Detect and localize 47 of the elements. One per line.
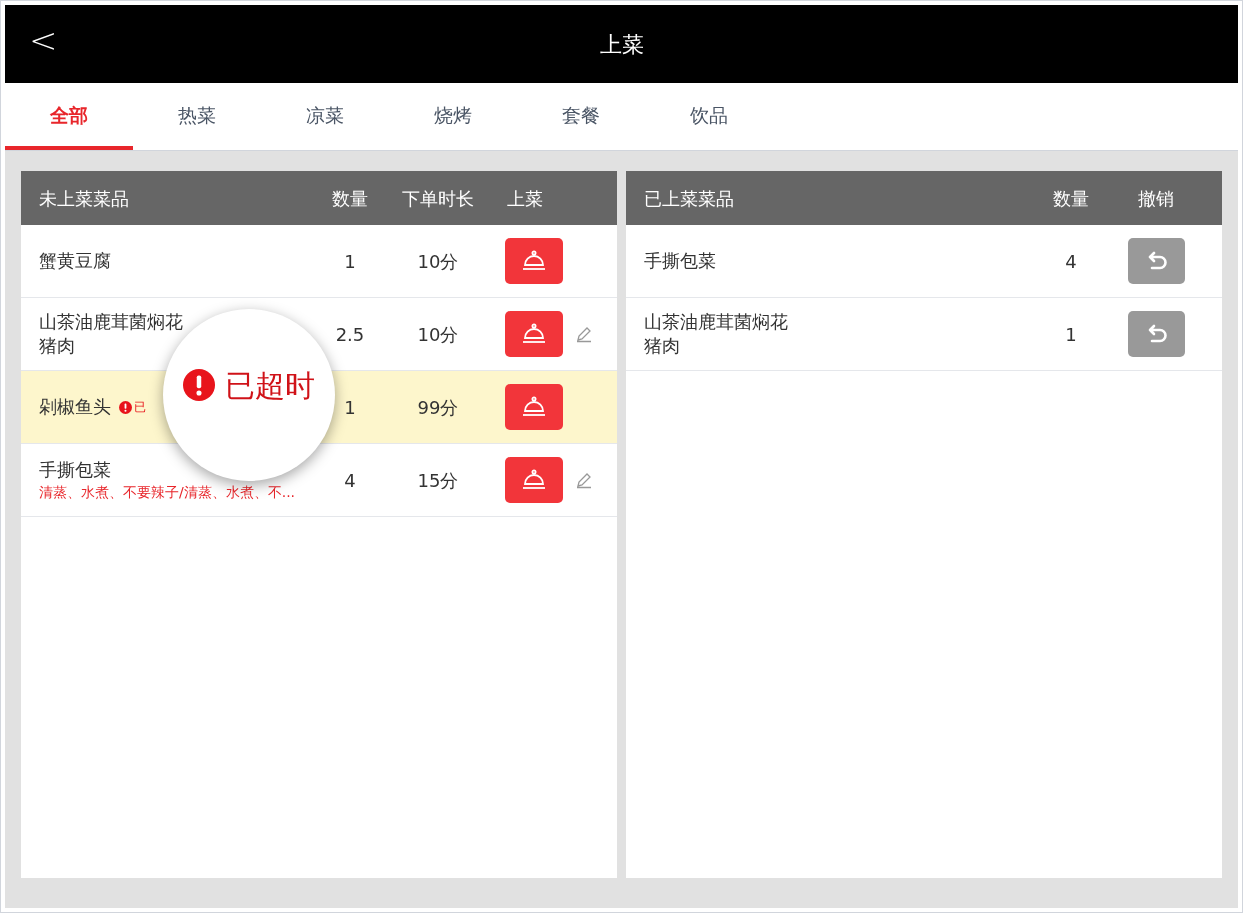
cloche-icon xyxy=(521,469,547,491)
category-tab[interactable]: 饮品 xyxy=(645,83,773,150)
undo-button[interactable] xyxy=(1128,311,1185,357)
serve-button[interactable] xyxy=(505,457,563,503)
category-tab[interactable]: 烧烤 xyxy=(389,83,517,150)
overdue-label: 已超时 xyxy=(225,366,315,405)
column-header: 已上菜菜品 xyxy=(643,186,735,211)
column-header: 下单时长 xyxy=(401,186,475,211)
quantity: 1 xyxy=(343,249,357,274)
page-title: 上菜 xyxy=(599,30,644,59)
dish-name: 手撕包菜 xyxy=(39,458,111,482)
column-header: 上菜 xyxy=(506,186,544,211)
cloche-icon xyxy=(521,323,547,345)
serve-button[interactable] xyxy=(505,311,563,357)
column-header: 数量 xyxy=(331,186,369,211)
serve-button[interactable] xyxy=(505,384,563,430)
alert-icon xyxy=(119,400,132,414)
quantity: 2.5 xyxy=(334,322,366,347)
category-tab[interactable]: 套餐 xyxy=(517,83,645,150)
column-header: 撤销 xyxy=(1137,186,1175,211)
cloche-icon xyxy=(521,396,547,418)
order-duration: 10分 xyxy=(416,322,460,347)
overdue-tag: 已 xyxy=(134,398,146,416)
dish-name: 山茶油鹿茸菌焖花猪肉 xyxy=(39,310,184,358)
undo-button[interactable] xyxy=(1128,238,1185,284)
back-button[interactable]: < xyxy=(29,23,58,57)
quantity: 1 xyxy=(1064,322,1078,347)
quantity: 1 xyxy=(343,395,357,420)
category-tab[interactable]: 凉菜 xyxy=(261,83,389,150)
column-header: 数量 xyxy=(1052,186,1090,211)
dish-name: 剁椒鱼头 xyxy=(39,395,111,419)
serve-button[interactable] xyxy=(505,238,563,284)
pencil-icon[interactable] xyxy=(575,471,593,489)
column-header: 未上菜菜品 xyxy=(38,186,130,211)
pencil-icon[interactable] xyxy=(575,325,593,343)
cloche-icon xyxy=(521,250,547,272)
quantity: 4 xyxy=(343,468,357,493)
order-duration: 15分 xyxy=(416,468,460,493)
dish-note: 清蒸、水煮、不要辣子/清蒸、水煮、不... xyxy=(39,483,297,502)
quantity: 4 xyxy=(1064,249,1078,274)
dish-name: 山茶油鹿茸菌焖花猪肉 xyxy=(644,310,789,358)
order-duration: 99分 xyxy=(416,395,460,420)
dish-name: 手撕包菜 xyxy=(644,249,717,273)
dish-name: 蟹黄豆腐 xyxy=(39,249,111,273)
order-duration: 10分 xyxy=(416,249,460,274)
alert-icon xyxy=(183,369,215,401)
category-tab[interactable]: 热菜 xyxy=(133,83,261,150)
